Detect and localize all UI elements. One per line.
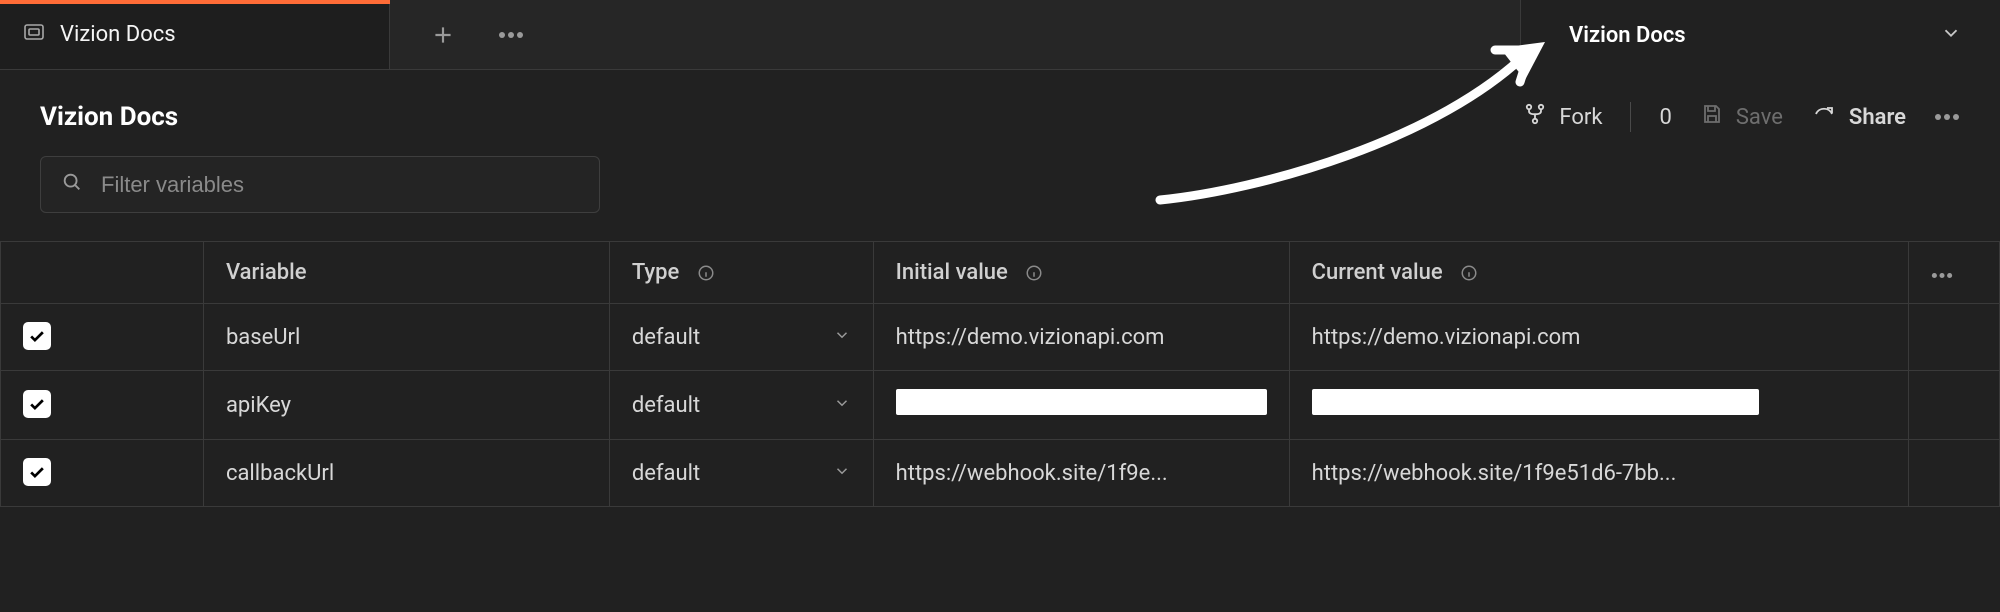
type-value: default — [632, 325, 700, 350]
table-row: baseUrl default https://demo.vizionapi.c… — [1, 304, 2000, 371]
row-checkbox[interactable] — [23, 458, 51, 486]
fork-button[interactable]: Fork — [1523, 102, 1602, 132]
chevron-down-icon — [833, 325, 851, 350]
divider — [1630, 102, 1631, 132]
share-label: Share — [1849, 105, 1906, 130]
row-checkbox[interactable] — [23, 390, 51, 418]
tab-overflow-button[interactable] — [498, 31, 524, 39]
environment-selector-label: Vizion Docs — [1569, 23, 1686, 48]
row-checkbox[interactable] — [23, 322, 51, 350]
tab-label: Vizion Docs — [60, 22, 176, 47]
type-select[interactable]: default — [632, 461, 851, 486]
col-variable: Variable — [203, 242, 609, 304]
redacted-value — [896, 389, 1267, 415]
tab-vizion-docs[interactable]: Vizion Docs — [0, 0, 390, 69]
environment-selector[interactable]: Vizion Docs — [1520, 0, 2000, 70]
table-header-row: Variable Type Initial value Current valu… — [1, 242, 2000, 304]
col-initial: Initial value — [896, 260, 1008, 285]
save-button[interactable]: Save — [1700, 102, 1783, 132]
type-value: default — [632, 461, 700, 486]
new-tab-button[interactable] — [430, 22, 456, 48]
save-label: Save — [1736, 105, 1783, 130]
initial-value[interactable]: https://demo.vizionapi.com — [896, 325, 1165, 350]
col-current: Current value — [1312, 260, 1443, 285]
filter-variables-input[interactable] — [101, 172, 579, 198]
chevron-down-icon — [1940, 22, 1962, 49]
table-row: apiKey default — [1, 371, 2000, 440]
variables-table: Variable Type Initial value Current valu… — [0, 241, 2000, 507]
current-value[interactable]: https://demo.vizionapi.com — [1312, 325, 1581, 350]
initial-value[interactable]: https://webhook.site/1f9e... — [896, 461, 1168, 486]
share-button[interactable]: Share — [1811, 102, 1906, 132]
info-icon[interactable] — [1025, 264, 1043, 282]
col-type: Type — [632, 260, 680, 285]
environment-icon — [22, 20, 46, 49]
current-value[interactable]: https://webhook.site/1f9e51d6-7bb... — [1312, 461, 1677, 486]
fork-icon — [1523, 102, 1547, 132]
redacted-value — [1312, 389, 1760, 415]
info-icon[interactable] — [1460, 264, 1478, 282]
type-value: default — [632, 393, 700, 418]
fork-label: Fork — [1559, 105, 1602, 130]
type-select[interactable]: default — [632, 393, 851, 418]
search-icon — [61, 171, 83, 198]
table-row: callbackUrl default https://webhook.site… — [1, 440, 2000, 507]
table-columns-overflow[interactable] — [1931, 260, 1953, 285]
filter-variables-input-wrap[interactable] — [40, 156, 600, 213]
chevron-down-icon — [833, 461, 851, 486]
info-icon[interactable] — [697, 264, 715, 282]
share-icon — [1811, 102, 1837, 132]
toolbar: Vizion Docs Fork 0 Save — [0, 70, 2000, 156]
variable-name[interactable]: callbackUrl — [226, 461, 334, 486]
page-title: Vizion Docs — [40, 102, 178, 132]
save-icon — [1700, 102, 1724, 132]
variable-name[interactable]: apiKey — [226, 393, 291, 418]
fork-count: 0 — [1659, 105, 1671, 130]
variable-name[interactable]: baseUrl — [226, 325, 300, 350]
toolbar-overflow-button[interactable] — [1934, 113, 1960, 121]
chevron-down-icon — [833, 393, 851, 418]
type-select[interactable]: default — [632, 325, 851, 350]
active-tab-indicator — [0, 0, 390, 4]
